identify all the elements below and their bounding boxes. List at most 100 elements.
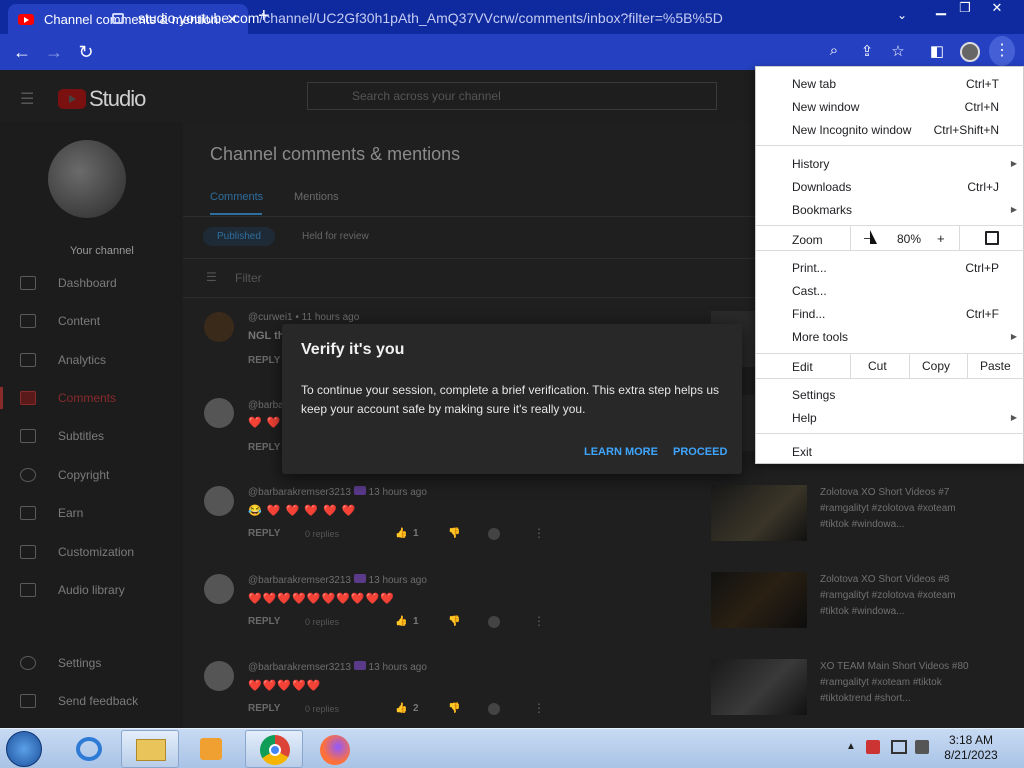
dislike-icon[interactable]: 👎 xyxy=(448,703,460,714)
comment-author: @barbarakremser3213 13 hours ago xyxy=(248,661,427,673)
chip-published[interactable]: Published xyxy=(203,227,275,246)
profile-avatar[interactable] xyxy=(960,42,980,62)
clock-date: 8/21/2023 xyxy=(944,748,998,762)
action-center-icon[interactable] xyxy=(866,740,880,754)
sidebar-item-customization[interactable]: Customization xyxy=(0,537,183,567)
copy-button[interactable]: Copy xyxy=(922,359,950,373)
tab-mentions[interactable]: Mentions xyxy=(294,191,339,203)
menu-settings[interactable]: Settings xyxy=(792,388,835,402)
chrome-menu-icon[interactable]: ⋮ xyxy=(989,36,1015,66)
video-thumbnail[interactable] xyxy=(711,659,807,715)
bookmark-star-icon[interactable]: ☆ xyxy=(887,42,909,60)
commenter-avatar[interactable] xyxy=(204,486,234,516)
creator-heart-icon[interactable] xyxy=(488,528,500,540)
replies-toggle[interactable]: 0 replies xyxy=(305,704,339,714)
taskbar-firefox[interactable] xyxy=(306,730,364,768)
shortcut-print: Ctrl+P xyxy=(965,261,999,275)
menu-exit[interactable]: Exit xyxy=(792,445,812,459)
video-title[interactable]: Zolotova XO Short Videos #7 #ramgalityt … xyxy=(820,485,970,533)
creator-heart-icon[interactable] xyxy=(488,703,500,715)
sidebar-item-dashboard[interactable]: Dashboard xyxy=(0,268,183,298)
menu-new-incognito[interactable]: New Incognito window xyxy=(792,123,911,137)
sidebar-item-comments[interactable]: Comments xyxy=(0,383,183,413)
video-thumbnail[interactable] xyxy=(711,485,807,541)
channel-search-input[interactable]: Search across your channel xyxy=(307,82,717,110)
video-thumbnail[interactable] xyxy=(711,572,807,628)
commenter-avatar[interactable] xyxy=(204,661,234,691)
menu-bookmarks[interactable]: Bookmarks xyxy=(792,203,852,217)
replies-toggle[interactable]: 0 replies xyxy=(305,617,339,627)
sidebar-item-settings[interactable]: Settings xyxy=(0,648,183,678)
taskbar-explorer[interactable] xyxy=(121,730,179,768)
tab-comments[interactable]: Comments xyxy=(210,191,263,203)
reply-button[interactable]: REPLY xyxy=(248,616,280,627)
sidebar-item-copyright[interactable]: Copyright xyxy=(0,460,183,490)
taskbar-media[interactable] xyxy=(182,730,240,768)
close-window-icon[interactable]: ✕ xyxy=(982,0,1012,18)
commenter-avatar[interactable] xyxy=(204,398,234,428)
learn-more-button[interactable]: LEARN MORE xyxy=(584,446,658,458)
commenter-avatar[interactable] xyxy=(204,574,234,604)
forward-icon[interactable]: → xyxy=(38,42,70,63)
fullscreen-icon[interactable] xyxy=(985,231,999,245)
menu-more-tools[interactable]: More tools xyxy=(792,330,848,344)
menu-new-window[interactable]: New window xyxy=(792,100,859,114)
menu-new-tab[interactable]: New tab xyxy=(792,77,836,91)
more-options-icon[interactable]: ⋮ xyxy=(533,614,545,628)
comment-text: ❤️ ❤️ xyxy=(248,417,282,429)
volume-icon[interactable] xyxy=(915,740,929,754)
commenter-avatar[interactable] xyxy=(204,312,234,342)
reply-button[interactable]: REPLY xyxy=(248,528,280,539)
zoom-lens-icon[interactable]: ⌕ xyxy=(823,42,845,59)
more-options-icon[interactable]: ⋮ xyxy=(533,526,545,540)
cut-button[interactable]: Cut xyxy=(868,359,887,373)
sidebar-item-analytics[interactable]: Analytics xyxy=(0,345,183,375)
menu-history[interactable]: History xyxy=(792,157,829,171)
menu-print[interactable]: Print... xyxy=(792,261,827,275)
sidebar-item-earn[interactable]: Earn xyxy=(0,498,183,528)
creator-heart-icon[interactable] xyxy=(488,616,500,628)
tray-expand-icon[interactable]: ▲ xyxy=(846,741,856,752)
like-icon[interactable]: 👍 xyxy=(395,616,407,627)
replies-toggle[interactable]: 0 replies xyxy=(305,529,339,539)
studio-logo[interactable]: Studio xyxy=(58,86,146,112)
more-options-icon[interactable]: ⋮ xyxy=(533,701,545,715)
reply-button[interactable]: REPLY xyxy=(248,442,280,453)
youtube-logo-icon xyxy=(58,89,86,109)
sidebar-item-subtitles[interactable]: Subtitles xyxy=(0,421,183,451)
address-field[interactable]: studio.youtube.com/channel/UC2Gf30h1pAth… xyxy=(112,6,912,30)
restore-icon[interactable]: ❐ xyxy=(950,0,980,18)
taskbar-clock[interactable]: 3:18 AM 8/21/2023 xyxy=(942,733,1000,763)
dislike-icon[interactable]: 👎 xyxy=(448,616,460,627)
taskbar-chrome[interactable] xyxy=(245,730,303,768)
sidebar-item-audio-library[interactable]: Audio library xyxy=(0,575,183,605)
like-icon[interactable]: 👍 xyxy=(395,528,407,539)
channel-avatar[interactable] xyxy=(48,140,126,218)
filter-input[interactable]: Filter xyxy=(235,271,262,285)
video-title[interactable]: Zolotova XO Short Videos #8 #ramgalityt … xyxy=(820,572,970,620)
proceed-button[interactable]: PROCEED xyxy=(673,446,727,458)
side-panel-icon[interactable]: ◧ xyxy=(926,42,948,60)
menu-downloads[interactable]: Downloads xyxy=(792,180,851,194)
sidebar-item-content[interactable]: Content xyxy=(0,306,183,336)
taskbar-ie[interactable] xyxy=(60,730,118,768)
video-title[interactable]: XO TEAM Main Short Videos #80 #ramgality… xyxy=(820,659,970,707)
menu-cast[interactable]: Cast... xyxy=(792,284,827,298)
hamburger-icon[interactable]: ☰ xyxy=(20,89,34,109)
reply-button[interactable]: REPLY xyxy=(248,355,280,366)
menu-help[interactable]: Help xyxy=(792,411,817,425)
paste-button[interactable]: Paste xyxy=(980,359,1011,373)
back-icon[interactable]: ← xyxy=(6,42,38,63)
zoom-in-button[interactable]: + xyxy=(937,231,945,246)
sidebar-item-send-feedback[interactable]: Send feedback xyxy=(0,686,183,716)
reload-icon[interactable]: ↻ xyxy=(70,42,102,63)
start-button[interactable] xyxy=(6,731,42,767)
chip-held-for-review[interactable]: Held for review xyxy=(290,227,381,246)
dislike-icon[interactable]: 👎 xyxy=(448,528,460,539)
reply-button[interactable]: REPLY xyxy=(248,703,280,714)
network-icon[interactable] xyxy=(891,740,907,754)
like-icon[interactable]: 👍 xyxy=(395,703,407,714)
menu-find[interactable]: Find... xyxy=(792,307,825,321)
share-icon[interactable]: ⇪ xyxy=(856,42,878,60)
filter-icon[interactable]: ☰ xyxy=(206,270,217,284)
